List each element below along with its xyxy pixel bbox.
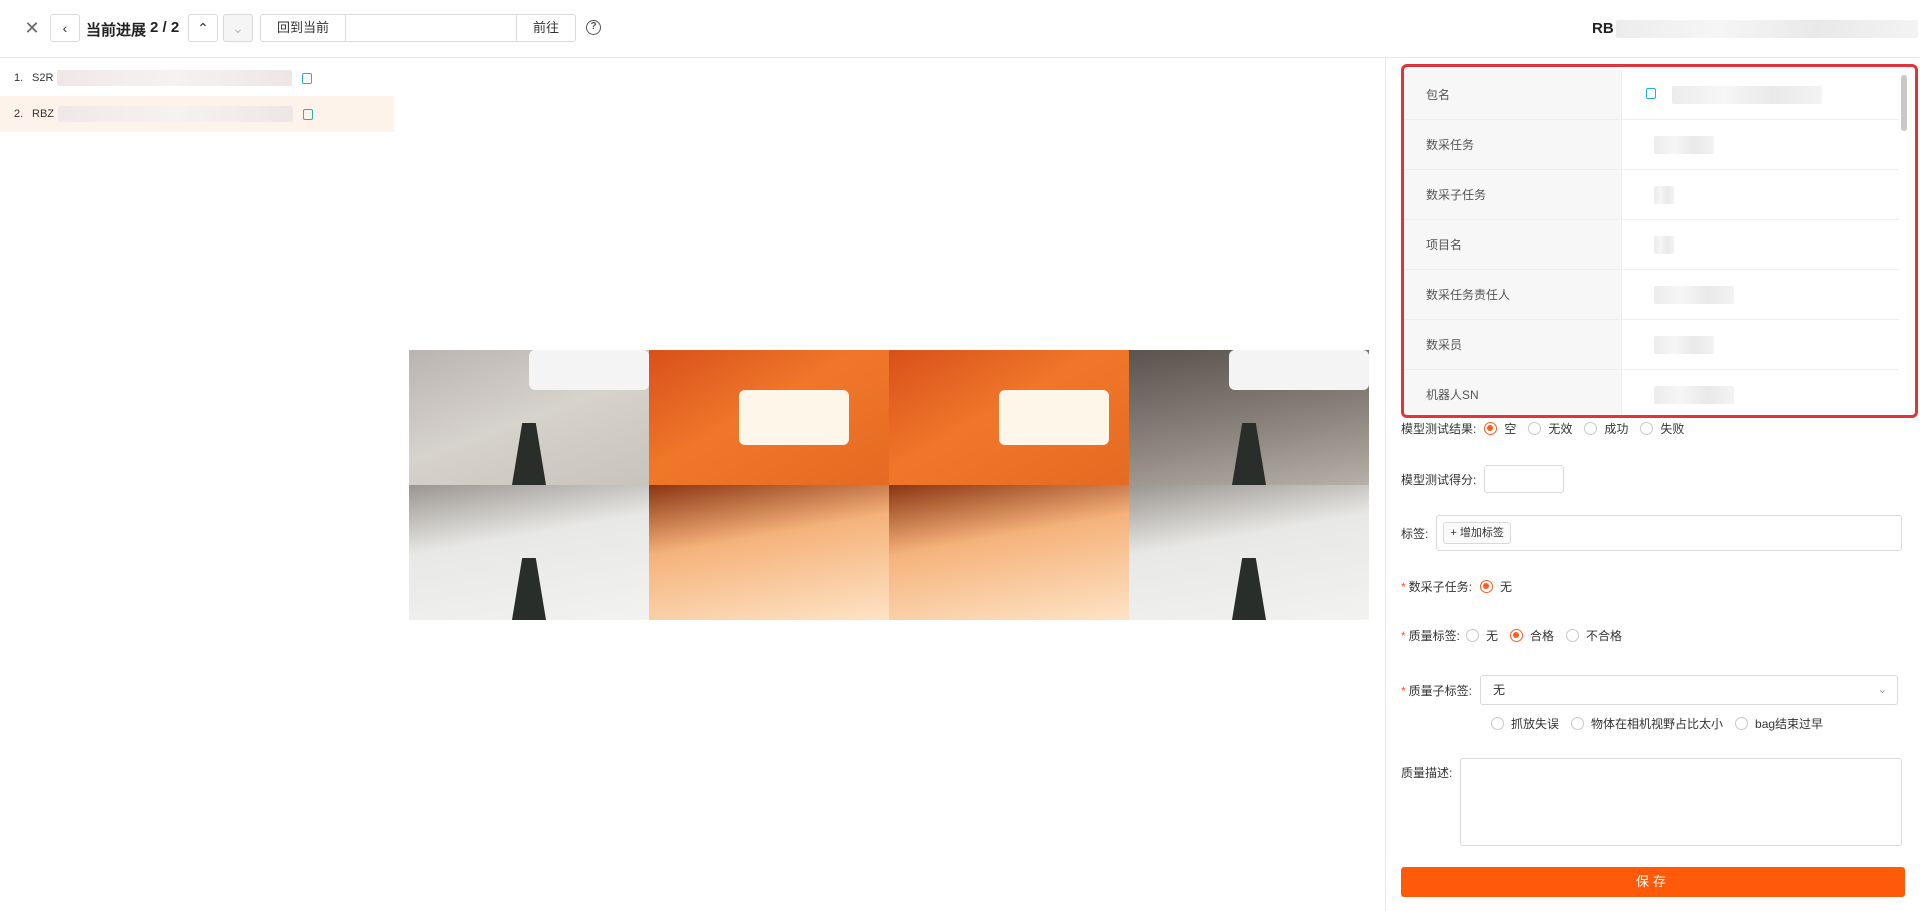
radio-success[interactable]: 成功 [1584,420,1628,437]
list-item-prefix: RBZ [32,108,54,120]
chevron-up-icon: ⌃ [197,19,209,36]
info-row: 包名 [1404,70,1899,120]
info-row: 数采子任务 [1404,170,1899,220]
quality-desc-textarea[interactable] [1460,758,1903,846]
camera-image [649,350,889,485]
quality-subtag-select[interactable]: 无 ⌄ [1480,675,1899,705]
radio-invalid[interactable]: 无效 [1528,420,1572,437]
copy-icon[interactable] [1646,88,1656,99]
info-key: 包名 [1404,70,1622,119]
next-item-button[interactable]: ⌄ [223,14,253,42]
camera-image [649,485,889,620]
tags-field: + 增加标签 [1436,515,1903,551]
help-icon[interactable]: ? [586,20,601,35]
camera-image [1129,485,1369,620]
redacted-text [58,106,293,122]
chevron-left-icon: ‹ [62,20,68,36]
model-score-label: 模型测试得分: [1401,472,1477,487]
prev-button[interactable]: ‹ [50,14,80,42]
close-icon[interactable]: ✕ [22,18,42,38]
info-key: 数采任务 [1404,120,1622,169]
camera-image [889,485,1129,620]
info-key: 数采员 [1404,320,1622,369]
radio-quality-fail[interactable]: 不合格 [1566,627,1622,644]
checkbox-grab-miss[interactable]: 抓放失误 [1491,715,1559,732]
camera-image-grid [409,350,1369,620]
tags-label: 标签: [1401,526,1429,541]
panel-splitter[interactable] [1385,58,1386,911]
info-row: 项目名 [1404,220,1899,270]
radio-quality-none[interactable]: 无 [1466,627,1498,644]
checkbox-object-too-small[interactable]: 物体在相机视野占比太小 [1571,715,1723,732]
goto-input[interactable] [345,15,518,41]
copy-icon[interactable] [303,108,313,120]
info-row: 数采任务 [1404,120,1899,170]
radio-fail[interactable]: 失败 [1640,420,1684,437]
redacted-text [1654,286,1734,304]
redacted-text [1654,186,1674,204]
radio-empty[interactable]: 空 [1484,420,1516,437]
chevron-down-icon: ⌄ [1877,684,1888,696]
info-key: 项目名 [1404,220,1622,269]
copy-icon[interactable] [302,72,313,84]
quality-desc-label: 质量描述: [1401,766,1453,780]
info-row: 数采任务责任人 [1404,270,1899,320]
radio-quality-pass[interactable]: 合格 [1510,627,1554,644]
package-code: RB [1592,20,1918,39]
scrollbar[interactable] [1901,75,1907,131]
list-item-index: 2. [14,108,24,120]
info-row: 数采员 [1404,320,1899,370]
camera-image [409,350,649,485]
goto-group: 回到当前 前往 [260,14,577,42]
list-item[interactable]: 1. S2R [0,60,394,96]
back-to-current-button[interactable]: 回到当前 [261,15,346,41]
prev-item-button[interactable]: ⌃ [188,14,218,42]
save-button[interactable]: 保存 [1401,867,1905,897]
info-key: 数采子任务 [1404,170,1622,219]
package-list: 1. S2R 2. RBZ [0,60,394,132]
package-info-panel: 包名 数采任务 数采子任务 项目名 数采任务责任人 数采员 机器人SN [1401,64,1918,418]
camera-image [409,485,649,620]
quality-tag-label: 质量标签: [1408,629,1461,643]
checkbox-bag-ended-early[interactable]: bag结束过早 [1735,715,1823,732]
model-score-input[interactable] [1484,465,1565,493]
redacted-text [1654,386,1734,404]
chevron-down-icon: ⌄ [232,19,244,36]
package-code-prefix: RB [1592,20,1614,37]
progress-label: 当前进展 [86,22,147,39]
redacted-text [1672,86,1822,104]
camera-image [1129,350,1369,485]
plus-icon: + [1450,527,1460,539]
redacted-text [1654,136,1714,154]
goto-button[interactable]: 前往 [517,15,576,41]
redacted-text [57,70,293,86]
top-toolbar: ✕ ‹ 当前进展 2 / 2 ⌃ ⌄ 回到当前 前往 ? RB [0,0,1920,58]
model-result-label: 模型测试结果: [1401,422,1477,436]
progress-value: 2 / 2 [150,19,180,36]
info-key: 机器人SN [1404,370,1622,415]
info-row: 机器人SN [1404,370,1899,415]
subtask-label: 数采子任务: [1408,580,1473,594]
redacted-text [1654,336,1714,354]
redacted-text [1654,236,1674,254]
list-item-index: 1. [14,72,24,84]
add-tag-button[interactable]: + 增加标签 [1443,522,1511,544]
list-item-prefix: S2R [32,72,54,84]
radio-subtask-none[interactable]: 无 [1480,578,1512,595]
list-item[interactable]: 2. RBZ [0,96,394,132]
redacted-text [1615,20,1918,39]
quality-subtag-label: 质量子标签: [1408,683,1473,698]
camera-image [889,350,1129,485]
info-key: 数采任务责任人 [1404,270,1622,319]
